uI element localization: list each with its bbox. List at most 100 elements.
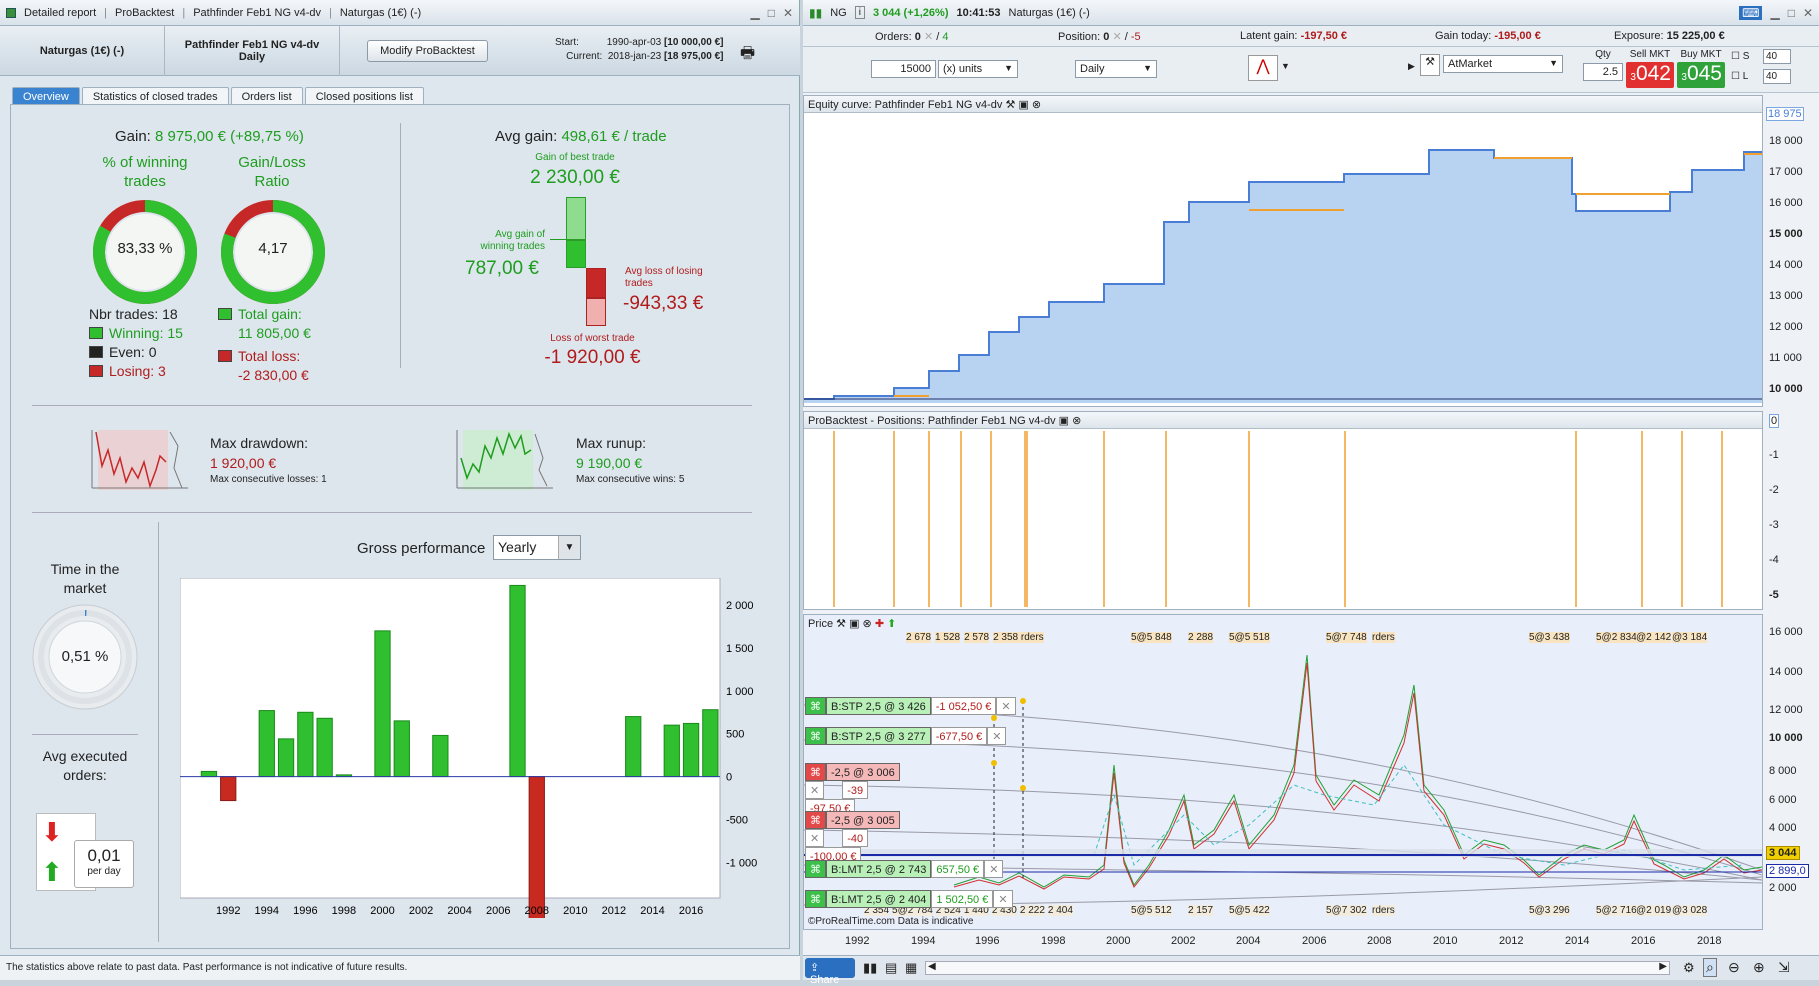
window-icon[interactable]: ▣ <box>1059 415 1069 427</box>
pct-winning-value: 83,33 % <box>117 240 173 257</box>
expand-icon[interactable]: ▶ <box>1408 61 1415 72</box>
maximize-icon[interactable]: □ <box>768 6 775 20</box>
wrench-icon[interactable]: ⚒ <box>1420 54 1440 76</box>
quantity-input[interactable]: 15000 <box>871 60 936 78</box>
chevron-down-icon[interactable]: ▼ <box>1281 61 1290 71</box>
order-tag[interactable]: ⌘ B:LMT 2,5 @ 2 743 657,50 € ✕ <box>805 860 1004 878</box>
order-handle-icon[interactable]: ⌘ <box>805 697 826 715</box>
order-handle-icon[interactable]: ⌘ <box>805 890 826 908</box>
cancel-order-icon[interactable]: ✕ <box>984 860 1004 878</box>
qty-input[interactable]: 2.5 <box>1583 63 1623 81</box>
order-tag[interactable]: ⌘ -2,5 @ 3 006 ✕ -39 -97,50 € <box>805 763 915 817</box>
order-tag[interactable]: ⌘ B:STP 2,5 @ 3 426 -1 052,50 € ✕ <box>805 697 1016 715</box>
bar-2007 <box>509 584 526 778</box>
zoom-in-icon[interactable]: ⊕ <box>1753 959 1765 976</box>
bar-2003 <box>432 734 449 778</box>
wrench-icon[interactable]: ⚒ <box>1006 99 1016 111</box>
qty-label: Qty <box>1595 49 1611 60</box>
bar-1991 <box>200 770 218 778</box>
strategy-name: Pathfinder Feb1 NG v4-dv <box>184 39 320 51</box>
cancel-order-icon[interactable]: ✕ <box>996 697 1016 715</box>
x-tick-label: 1994 <box>255 905 279 917</box>
price-ytick: 16 000 <box>1769 626 1803 638</box>
order-tag[interactable]: ⌘ B:LMT 2,5 @ 2 404 1 502,50 € ✕ <box>805 890 1013 908</box>
x-tick: 2004 <box>1236 935 1261 947</box>
scroll-left-icon[interactable]: ◀ <box>928 961 936 972</box>
orders-count[interactable]: 4 <box>942 31 948 43</box>
worst-trade-value: -1 920,00 € <box>544 347 641 368</box>
cancel-order-icon[interactable]: ✕ <box>805 829 825 847</box>
symbol[interactable]: NG <box>830 7 847 19</box>
l-input[interactable]: 40 <box>1763 69 1791 84</box>
s-input[interactable]: 40 <box>1763 49 1791 64</box>
x-tick-label: 2010 <box>563 905 587 917</box>
print-icon[interactable]: 🖶 <box>740 42 755 69</box>
order-handle-icon[interactable]: ⌘ <box>805 860 826 878</box>
buy-market-button[interactable]: 3045 <box>1677 62 1725 88</box>
close-icon[interactable]: ✕ <box>783 6 793 20</box>
x-tick-label: 2012 <box>602 905 626 917</box>
horizontal-scrollbar[interactable]: ◀ ▶ <box>925 961 1670 975</box>
even-swatch <box>89 346 103 358</box>
units-select[interactable]: (x) units ▼ <box>938 60 1018 78</box>
cancel-order-icon[interactable]: ✕ <box>987 727 1007 745</box>
chart-style-icon[interactable]: ⋀ <box>1248 55 1278 81</box>
layout-icon[interactable]: ▦ <box>905 960 917 976</box>
maximize-icon[interactable]: □ <box>1788 6 1795 20</box>
candles-icon[interactable]: ▮▮ <box>863 960 877 976</box>
keyboard-icon[interactable]: ⌨ <box>1739 5 1763 20</box>
stop-checkbox[interactable]: ☐ S <box>1731 51 1749 62</box>
close-icon[interactable]: ⊗ <box>1072 415 1081 427</box>
table-icon[interactable]: ▤ <box>885 960 897 976</box>
title-part-1: Detailed report <box>24 6 97 19</box>
annotation-label: rders <box>1372 905 1395 916</box>
info-icon[interactable]: i <box>854 6 865 19</box>
modify-probacktest-button[interactable]: Modify ProBacktest <box>367 40 488 62</box>
x-tick-label: 2000 <box>370 905 394 917</box>
cancel-order-icon[interactable]: ✕ <box>993 890 1013 908</box>
timeframe-select[interactable]: Daily ▼ <box>1075 60 1157 78</box>
max-consec-losses: Max consecutive losses: 1 <box>210 474 327 485</box>
avg-gain-label: Avg gain: <box>495 128 558 145</box>
order-pnl: 657,50 € <box>931 860 985 878</box>
close-icon[interactable]: ⊗ <box>1032 99 1041 111</box>
gross-perf-select[interactable]: Yearly ▼ <box>493 535 581 560</box>
limit-checkbox[interactable]: ☐ L <box>1731 71 1748 82</box>
close-icon[interactable]: ✕ <box>1803 6 1813 20</box>
max-drawdown-label: Max drawdown: <box>210 435 309 451</box>
gross-perf-selected: Yearly <box>498 539 537 555</box>
annotation-label: 5@5 512 <box>1131 905 1172 916</box>
nbr-trades: Nbr trades: 18 <box>89 306 178 322</box>
share-button[interactable]: ⇪ Share <box>805 958 855 986</box>
positions-axis: 0 -1 -2 -3 -4 -5 <box>1765 411 1819 610</box>
scroll-right-icon[interactable]: ▶ <box>1659 961 1667 972</box>
order-tag[interactable]: ⌘ -2,5 @ 3 005 ✕ -40 -100,00 € <box>805 811 915 865</box>
chart-bottom-toolbar: ⇪ Share ▮▮ ▤ ▦ ◀ ▶ ⚙ ⌕ ⊖ ⊕ ⇲ <box>803 955 1819 986</box>
fit-icon[interactable]: ⇲ <box>1778 959 1790 976</box>
equity-title: Equity curve: Pathfinder Feb1 NG v4-dv <box>808 99 1003 111</box>
order-handle-icon[interactable]: ⌘ <box>805 763 826 781</box>
buy-price: 045 <box>1686 62 1722 85</box>
minimize-icon[interactable]: ▁ <box>750 6 759 20</box>
window-icon[interactable]: ▣ <box>1018 99 1028 111</box>
annotation-label: 2 578 <box>964 632 990 643</box>
order-handle-icon[interactable]: ⌘ <box>805 727 826 745</box>
sell-market-button[interactable]: 3042 <box>1626 62 1674 88</box>
positions-pane-header: ProBacktest - Positions: Pathfinder Feb1… <box>804 412 1762 429</box>
zoom-select-icon[interactable]: ⌕ <box>1703 958 1717 977</box>
zoom-out-icon[interactable]: ⊖ <box>1728 959 1740 976</box>
positions-chart <box>833 431 1723 607</box>
annotation-label: 5@5 422 <box>1229 905 1270 916</box>
orders-label: Orders: <box>875 31 912 43</box>
gain-label: Gain: <box>115 128 151 145</box>
order-type-select[interactable]: AtMarket ▼ <box>1443 55 1563 73</box>
order-tag[interactable]: ⌘ B:STP 2,5 @ 3 277 -677,50 € ✕ <box>805 727 1007 745</box>
cancel-order-icon[interactable]: ✕ <box>805 781 825 799</box>
annotation-label: 2 157 <box>1188 905 1214 916</box>
s-label: S <box>1742 51 1750 62</box>
position-short[interactable]: -5 <box>1131 31 1141 43</box>
order-handle-icon[interactable]: ⌘ <box>805 811 826 829</box>
x-tick: 2014 <box>1565 935 1590 947</box>
minimize-icon[interactable]: ▁ <box>1770 6 1779 20</box>
chart-settings-icon[interactable]: ⚙ <box>1683 960 1695 976</box>
